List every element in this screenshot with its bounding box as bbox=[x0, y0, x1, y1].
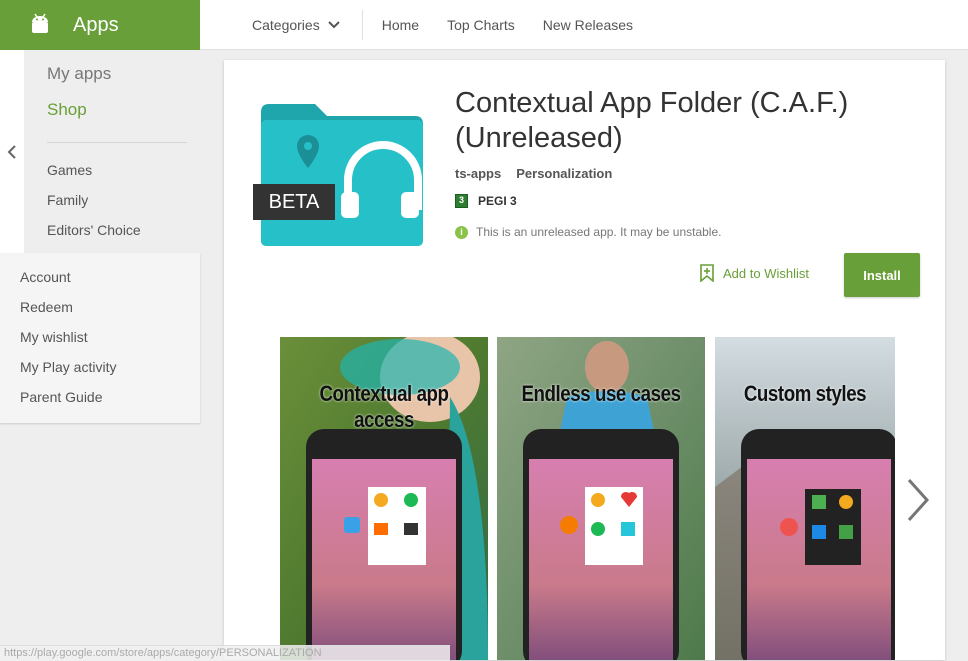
sidebar-divider bbox=[47, 142, 187, 143]
screenshot-1[interactable]: Contextual app access bbox=[280, 337, 488, 660]
screenshot-3-caption: Custom styles bbox=[743, 381, 867, 406]
nav-divider bbox=[361, 10, 363, 40]
sidebar-nav: My apps Shop Games Family Editors' Choic… bbox=[24, 50, 200, 253]
home-link[interactable]: Home bbox=[382, 17, 419, 33]
bookmark-plus-icon bbox=[700, 264, 714, 282]
add-to-wishlist-button[interactable]: Add to Wishlist bbox=[700, 264, 809, 282]
chevron-left-icon bbox=[7, 144, 16, 159]
app-title-line2: (Unreleased) bbox=[455, 122, 623, 154]
sidebar-item-my-apps[interactable]: My apps bbox=[47, 64, 111, 84]
app-title-line1: Contextual App Folder (C.A.F.) bbox=[455, 87, 849, 119]
status-bar-url: https://play.google.com/store/apps/categ… bbox=[0, 645, 450, 661]
sidebar-item-my-wishlist[interactable]: My wishlist bbox=[20, 329, 88, 345]
account-menu: Account Redeem My wishlist My Play activ… bbox=[0, 253, 200, 423]
top-nav: Categories Home Top Charts New Releases bbox=[200, 0, 633, 50]
screenshot-3[interactable]: Custom styles bbox=[715, 337, 895, 660]
app-meta: ts-apps Personalization bbox=[455, 166, 612, 181]
unreleased-notice-text: This is an unreleased app. It may be uns… bbox=[476, 225, 722, 239]
screenshot-2[interactable]: Endless use cases bbox=[497, 337, 705, 660]
pegi-badge-icon: 3 bbox=[455, 194, 468, 208]
unreleased-notice: i This is an unreleased app. It may be u… bbox=[455, 225, 721, 239]
categories-label: Categories bbox=[252, 17, 320, 33]
sidebar-item-shop[interactable]: Shop bbox=[47, 100, 87, 120]
sidebar-item-redeem[interactable]: Redeem bbox=[20, 299, 73, 315]
chevron-down-icon bbox=[327, 21, 340, 29]
developer-link[interactable]: ts-apps bbox=[455, 166, 501, 181]
sidebar-item-parent-guide[interactable]: Parent Guide bbox=[20, 389, 103, 405]
content-rating-label: PEGI 3 bbox=[478, 194, 517, 208]
apps-brand[interactable]: Apps bbox=[0, 0, 200, 50]
wishlist-label: Add to Wishlist bbox=[723, 265, 809, 281]
sidebar-item-account[interactable]: Account bbox=[20, 269, 71, 285]
new-releases-link[interactable]: New Releases bbox=[543, 17, 633, 33]
top-bar: Apps Categories Home Top Charts New Rele… bbox=[0, 0, 968, 50]
sidebar-item-family[interactable]: Family bbox=[47, 192, 88, 208]
content-rating: 3 PEGI 3 bbox=[455, 194, 517, 208]
app-icon: BETA bbox=[253, 100, 425, 250]
install-button[interactable]: Install bbox=[844, 253, 920, 297]
screenshot-2-caption: Endless use cases bbox=[521, 381, 681, 406]
app-title: Contextual App Folder (C.A.F.) (Unreleas… bbox=[455, 86, 915, 156]
sidebar-collapse-button[interactable] bbox=[0, 50, 24, 253]
sidebar-item-editors-choice[interactable]: Editors' Choice bbox=[47, 222, 141, 238]
chevron-right-icon bbox=[907, 478, 930, 522]
categories-dropdown[interactable]: Categories bbox=[252, 17, 340, 33]
brand-label: Apps bbox=[73, 13, 119, 36]
beta-badge: BETA bbox=[268, 190, 320, 213]
info-icon: i bbox=[455, 225, 468, 239]
category-link[interactable]: Personalization bbox=[516, 166, 612, 181]
sidebar-item-my-play-activity[interactable]: My Play activity bbox=[20, 359, 116, 375]
android-icon bbox=[32, 13, 48, 33]
top-charts-link[interactable]: Top Charts bbox=[447, 17, 515, 33]
screenshots-next-button[interactable] bbox=[905, 478, 931, 527]
sidebar-item-games[interactable]: Games bbox=[47, 162, 92, 178]
screenshot-1-caption: Contextual app access bbox=[319, 381, 449, 432]
app-details-card: BETA Contextual App Folder (C.A.F.) (Unr… bbox=[224, 60, 945, 660]
